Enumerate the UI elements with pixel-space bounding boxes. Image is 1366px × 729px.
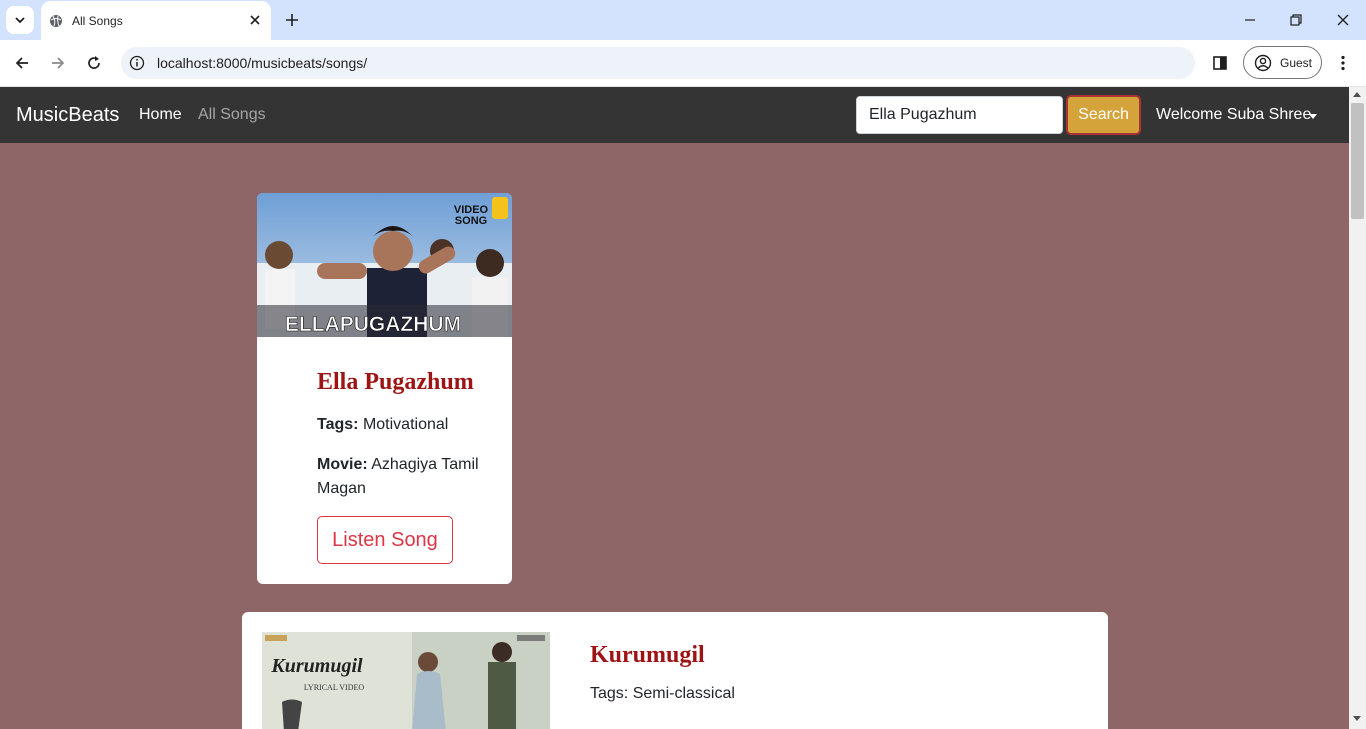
close-window-icon[interactable] bbox=[1335, 12, 1351, 28]
movie-label: Movie: bbox=[317, 456, 368, 473]
song-card: Kurumugil LYRICAL VIDEO Kurumugil Tags: … bbox=[242, 612, 1108, 729]
address-bar[interactable]: localhost:8000/musicbeats/songs/ bbox=[121, 47, 1195, 79]
listen-song-button[interactable]: Listen Song bbox=[317, 516, 453, 564]
thumbnail-title: ELLAPUGAZHUM bbox=[285, 313, 461, 336]
back-arrow-icon[interactable] bbox=[13, 54, 31, 72]
thumbnail-title: Kurumugil bbox=[270, 655, 363, 677]
new-tab-icon[interactable] bbox=[283, 11, 301, 29]
profile-button[interactable]: Guest bbox=[1243, 46, 1322, 79]
song-thumbnail: Kurumugil LYRICAL VIDEO bbox=[262, 632, 550, 729]
song-title: Kurumugil bbox=[590, 642, 705, 668]
scroll-up-icon[interactable] bbox=[1353, 92, 1361, 97]
thumbnail-subtitle: LYRICAL VIDEO bbox=[304, 683, 365, 692]
nav-link-home[interactable]: Home bbox=[139, 106, 182, 124]
scroll-thumb[interactable] bbox=[1351, 103, 1364, 219]
caret-down-icon[interactable] bbox=[1309, 114, 1317, 119]
browser-tab-strip: All Songs bbox=[0, 0, 1366, 40]
kebab-menu-icon[interactable] bbox=[1334, 54, 1352, 72]
close-tab-icon[interactable] bbox=[247, 12, 263, 28]
profile-label: Guest bbox=[1280, 56, 1313, 70]
user-menu-toggle[interactable]: Welcome Suba Shree bbox=[1156, 106, 1311, 124]
profile-avatar-icon bbox=[1254, 54, 1272, 72]
tags-value: Motivational bbox=[362, 416, 449, 433]
song-card: VIDEO SONG ELLAPUGAZHUM Ella Pugazhum Ta… bbox=[257, 193, 512, 584]
browser-toolbar: localhost:8000/musicbeats/songs/ Guest bbox=[0, 40, 1366, 87]
brand-logo[interactable]: MusicBeats bbox=[16, 104, 119, 127]
tags-label: Tags: bbox=[317, 416, 359, 433]
song-movie: Movie: Azhagiya Tamil Magan bbox=[317, 453, 497, 501]
site-info-icon[interactable] bbox=[129, 55, 145, 71]
url-text: localhost:8000/musicbeats/songs/ bbox=[157, 55, 368, 71]
tab-title: All Songs bbox=[72, 14, 123, 28]
tab-search-button[interactable] bbox=[6, 6, 34, 34]
site-navbar: MusicBeats Home All Songs Search Welcome… bbox=[0, 87, 1349, 143]
song-tags: Tags: Motivational bbox=[317, 413, 448, 437]
minimize-icon[interactable] bbox=[1242, 12, 1258, 28]
song-tags: Tags: Semi-classical bbox=[590, 685, 735, 702]
browser-tab[interactable]: All Songs bbox=[41, 1, 271, 40]
nav-link-all-songs[interactable]: All Songs bbox=[198, 106, 266, 124]
reload-icon[interactable] bbox=[85, 54, 103, 72]
song-title: Ella Pugazhum bbox=[317, 369, 474, 395]
page-scrollbar[interactable] bbox=[1349, 87, 1366, 729]
song-thumbnail: VIDEO SONG ELLAPUGAZHUM bbox=[257, 193, 512, 337]
restore-icon[interactable] bbox=[1288, 12, 1304, 28]
svg-text:SONG: SONG bbox=[455, 215, 487, 227]
side-panel-icon[interactable] bbox=[1211, 54, 1229, 72]
scroll-down-icon[interactable] bbox=[1353, 716, 1361, 721]
chevron-down-icon bbox=[15, 17, 25, 24]
forward-arrow-icon[interactable] bbox=[49, 54, 67, 72]
search-button[interactable]: Search bbox=[1066, 95, 1141, 135]
globe-icon bbox=[50, 15, 62, 27]
search-input[interactable] bbox=[856, 96, 1063, 134]
